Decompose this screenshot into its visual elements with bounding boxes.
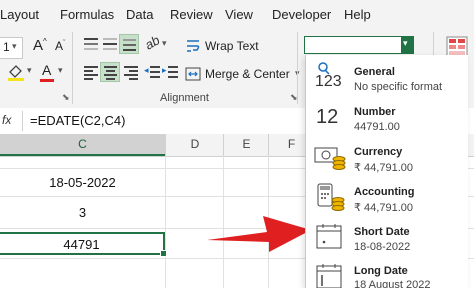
format-option-number-name: Number xyxy=(354,106,396,118)
chevron-down-icon: ▾ xyxy=(162,38,167,48)
group-divider xyxy=(297,32,298,104)
grid-line xyxy=(165,156,166,288)
cell-c4-value: 3 xyxy=(78,205,87,220)
format-option-currency-sample: ₹ 44,791.00 xyxy=(354,162,413,174)
format-option-long-date[interactable]: Long Date 18 August 2022 xyxy=(306,258,468,288)
column-header-d-label: D xyxy=(190,137,200,151)
align-middle-icon[interactable] xyxy=(101,36,119,52)
chevron-down-icon[interactable]: ▾ xyxy=(12,41,17,52)
menu-bar: Layout Formulas Data Review View Develop… xyxy=(0,0,474,28)
format-option-accounting-sample: ₹ 44,791.00 xyxy=(354,202,413,214)
group-divider xyxy=(72,32,73,104)
decrease-font-icon[interactable]: Aˇ xyxy=(55,39,65,53)
menu-developer[interactable]: Developer xyxy=(272,7,331,22)
formula-bar-divider xyxy=(22,111,23,131)
formula-input[interactable]: =EDATE(C2,C4) xyxy=(30,113,125,128)
menu-help[interactable]: Help xyxy=(344,7,371,22)
font-size-value: 1 xyxy=(3,40,10,54)
fill-color-icon[interactable] xyxy=(6,62,26,82)
wrap-text-label: Wrap Text xyxy=(205,39,259,53)
chevron-down-icon[interactable]: ▾ xyxy=(27,65,32,76)
menu-review[interactable]: Review xyxy=(170,7,213,22)
format-option-short-date[interactable]: Short Date 18-08-2022 xyxy=(306,218,468,258)
format-option-long-date-sample: 18 August 2022 xyxy=(354,279,431,288)
number-format-menu: 123 General No specific format 12 Number… xyxy=(305,55,468,288)
format-option-general-sample: No specific format xyxy=(354,81,443,93)
menu-data[interactable]: Data xyxy=(126,7,153,22)
decrease-indent-icon[interactable]: ◂ xyxy=(144,64,162,80)
short-date-calendar-icon xyxy=(314,222,346,254)
fill-handle[interactable] xyxy=(160,250,167,257)
menu-layout[interactable]: Layout xyxy=(0,7,39,22)
format-option-accounting[interactable]: Accounting ₹ 44,791.00 xyxy=(306,178,468,218)
format-option-general-name: General xyxy=(354,66,395,78)
orientation-icon[interactable]: ab ▾ xyxy=(142,32,171,54)
number-12-icon: 12 xyxy=(316,106,339,128)
accounting-icon xyxy=(314,182,346,214)
merge-center-button[interactable]: Merge & Center ▾ xyxy=(185,65,303,83)
long-date-calendar-icon xyxy=(314,262,346,288)
format-option-long-date-name: Long Date xyxy=(354,265,408,277)
increase-font-icon[interactable]: A^ xyxy=(33,37,47,54)
column-header-c[interactable]: C xyxy=(0,134,165,156)
format-option-number[interactable]: 12 Number 44791.00 xyxy=(306,98,468,138)
font-size-box[interactable]: 1 ▾ xyxy=(0,37,23,59)
format-option-general[interactable]: 123 General No specific format xyxy=(306,58,468,98)
merge-center-label: Merge & Center xyxy=(205,67,290,81)
chevron-down-icon[interactable]: ▾ xyxy=(58,65,63,76)
alignment-group-label: Alignment xyxy=(160,92,209,104)
format-option-currency-name: Currency xyxy=(354,146,403,158)
format-option-short-date-name: Short Date xyxy=(354,226,410,238)
column-header-e-label: E xyxy=(242,137,251,151)
wrap-text-button[interactable]: Wrap Text xyxy=(185,37,295,55)
format-option-accounting-name: Accounting xyxy=(354,186,415,198)
wrap-text-icon xyxy=(187,40,200,52)
align-right-icon[interactable] xyxy=(122,64,140,80)
merge-cells-icon xyxy=(185,67,201,81)
paint-bucket-icon xyxy=(8,65,24,81)
font-color-swatch xyxy=(40,79,54,82)
menu-formulas[interactable]: Formulas xyxy=(60,7,114,22)
font-color-button[interactable]: A xyxy=(40,62,56,84)
cell-c6-selected[interactable]: 44791 xyxy=(0,232,167,257)
increase-indent-icon[interactable]: ▸ xyxy=(162,64,180,80)
chevron-down-icon: ▾ xyxy=(403,38,408,48)
red-arrow-annotation xyxy=(207,216,311,252)
number-format-dropdown-button[interactable]: ▾ xyxy=(401,37,413,53)
cell-c2[interactable]: 18-05-2022 xyxy=(0,170,165,194)
cell-c2-value: 18-05-2022 xyxy=(49,175,116,190)
currency-icon xyxy=(314,143,346,175)
format-option-short-date-sample: 18-08-2022 xyxy=(354,241,411,253)
menu-view[interactable]: View xyxy=(225,7,253,22)
format-option-number-sample: 44791.00 xyxy=(354,121,400,133)
align-top-icon[interactable] xyxy=(82,36,100,52)
font-color-letter: A xyxy=(42,62,52,78)
fx-icon[interactable]: fx xyxy=(2,113,11,127)
general-123-icon: 123 xyxy=(314,62,346,94)
align-center-icon[interactable] xyxy=(100,62,120,82)
cell-c4[interactable]: 3 xyxy=(0,200,165,224)
align-left-icon[interactable] xyxy=(82,64,100,80)
format-option-currency[interactable]: Currency ₹ 44,791.00 xyxy=(306,138,468,178)
number-format-combo[interactable]: ▾ xyxy=(304,36,414,54)
column-header-c-label: C xyxy=(78,137,87,151)
column-header-d[interactable]: D xyxy=(165,134,224,156)
align-bottom-icon[interactable] xyxy=(119,34,139,54)
cell-c6-value: 44791 xyxy=(63,237,100,252)
column-header-e[interactable]: E xyxy=(223,134,269,156)
font-dialog-launcher-icon[interactable]: ⬊ xyxy=(62,92,70,103)
